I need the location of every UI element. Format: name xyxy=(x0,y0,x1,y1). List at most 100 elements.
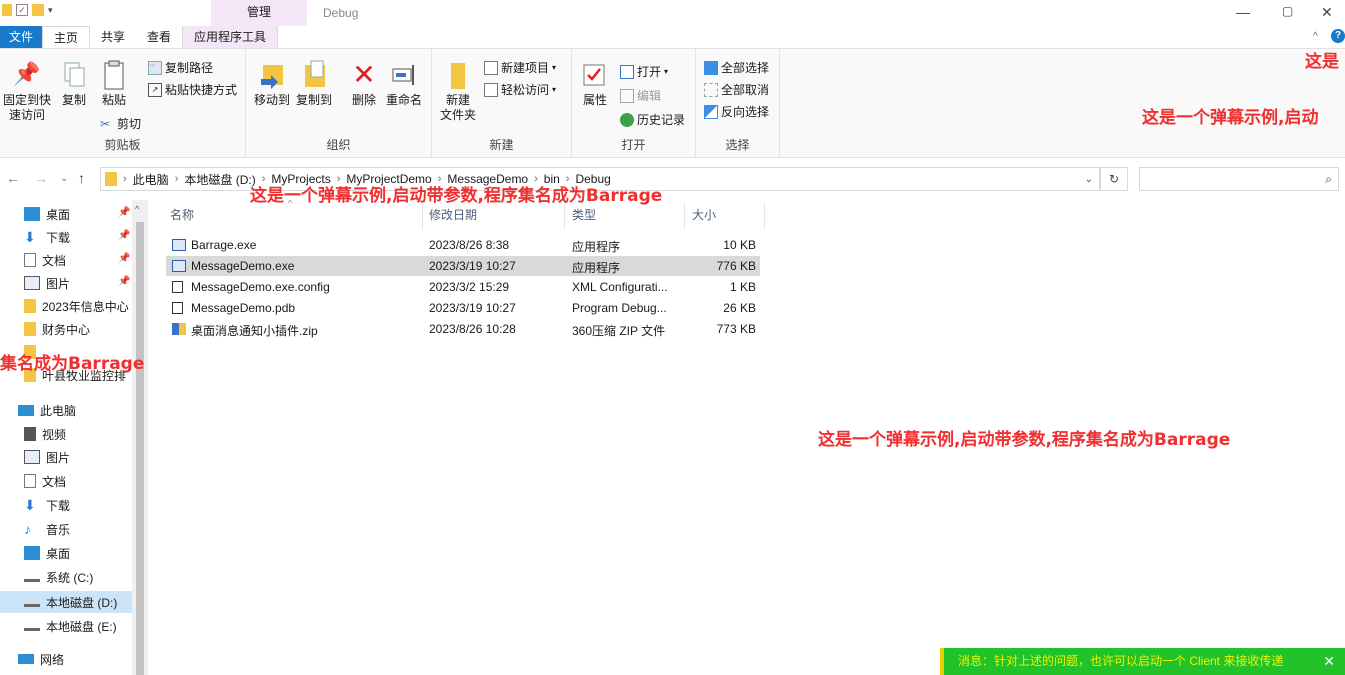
pin-icon[interactable]: 📌 xyxy=(118,253,130,264)
breadcrumb-this-pc[interactable]: 此电脑 xyxy=(133,171,169,188)
sidebar-item-drive-d[interactable]: 本地磁盘 (D:) xyxy=(0,591,132,613)
new-folder-icon[interactable] xyxy=(32,4,44,16)
properties-icon[interactable]: ✓ xyxy=(16,4,28,16)
desktop-icon xyxy=(24,207,40,221)
column-divider[interactable] xyxy=(764,202,765,230)
sidebar-item-videos[interactable]: 视频 xyxy=(24,423,134,445)
table-row[interactable]: 桌面消息通知小插件.zip 2023/8/26 10:28 360压缩 ZIP … xyxy=(166,319,760,339)
paste-shortcut-button[interactable]: ↗ 粘贴快捷方式 xyxy=(148,81,237,98)
sidebar-item-desktop-pc[interactable]: 桌面 xyxy=(24,542,134,564)
history-button[interactable]: 历史记录 xyxy=(620,111,685,128)
column-divider[interactable] xyxy=(564,202,565,230)
copy-to-icon xyxy=(299,59,329,91)
folder-icon[interactable] xyxy=(2,4,12,16)
sidebar-item-downloads-pc[interactable]: ⬇ 下载 xyxy=(24,494,134,516)
forward-arrow-icon[interactable]: → xyxy=(34,170,48,186)
dropdown-arrow-icon: ▾ xyxy=(552,63,557,72)
group-label-clipboard: 剪贴板 xyxy=(104,138,141,152)
table-row[interactable]: MessageDemo.exe.config 2023/3/2 15:29 XM… xyxy=(166,277,760,297)
sidebar-item-drive-c[interactable]: 系统 (C:) xyxy=(24,566,134,588)
address-dropdown-icon[interactable]: ⌄ xyxy=(1085,174,1093,185)
barrage-text: 这是一个弹幕示例,启动 xyxy=(1142,108,1319,128)
sidebar-scrollbar-thumb[interactable] xyxy=(136,222,144,675)
customize-qat-icon[interactable]: ▾ xyxy=(48,5,53,16)
sidebar-item-label: 文档 xyxy=(42,474,67,489)
collapse-ribbon-icon[interactable]: ^ xyxy=(1313,31,1318,42)
cut-label: 剪切 xyxy=(117,117,142,131)
breadcrumb-drive-d[interactable]: 本地磁盘 (D:) xyxy=(184,171,255,188)
column-divider[interactable] xyxy=(422,202,423,230)
pin-icon[interactable]: 📌 xyxy=(118,207,130,218)
up-arrow-icon[interactable]: ↑ xyxy=(78,170,85,186)
select-all-button[interactable]: 全部选择 xyxy=(704,59,769,76)
file-date: 2023/8/26 8:38 xyxy=(429,238,510,252)
group-organize: 移动到 复制到 ✕ 删除 重命名 组织 xyxy=(246,49,432,157)
select-none-button[interactable]: 全部取消 xyxy=(704,81,769,98)
table-row[interactable]: MessageDemo.pdb 2023/3/19 10:27 Program … xyxy=(166,298,760,318)
move-to-button[interactable]: 移动到 xyxy=(254,59,290,108)
restore-button[interactable]: ▢ xyxy=(1282,4,1293,18)
sidebar-item-this-pc[interactable]: 此电脑 xyxy=(18,399,128,421)
copy-path-button[interactable]: ⋯ 复制路径 xyxy=(148,59,213,76)
group-label-open: 打开 xyxy=(621,138,646,152)
copy-button[interactable]: 复制 xyxy=(58,59,90,108)
table-row[interactable]: MessageDemo.exe 2023/3/19 10:27 应用程序 776… xyxy=(166,256,760,276)
column-header-name[interactable]: 名称 xyxy=(170,206,194,223)
paste-label: 粘贴 xyxy=(101,93,126,107)
message-notification: 消息：针对上述的问题，也许可以启动一个 Client 来接收传递 ✕ xyxy=(940,648,1345,675)
refresh-button[interactable]: ↻ xyxy=(1100,167,1128,191)
sidebar-item-folder-2023[interactable]: 2023年信息中心 xyxy=(24,295,134,317)
new-item-button[interactable]: 新建项目 ▾ xyxy=(484,59,556,76)
sidebar-item-network[interactable]: 网络 xyxy=(18,648,128,670)
sidebar-item-documents-pc[interactable]: 文档 xyxy=(24,470,134,492)
download-icon: ⬇ xyxy=(24,497,36,513)
file-type: 应用程序 xyxy=(572,261,621,275)
tab-app-tools[interactable]: 应用程序工具 xyxy=(182,26,279,48)
tab-view[interactable]: 查看 xyxy=(136,26,182,48)
scroll-up-icon[interactable]: ^ xyxy=(135,204,139,214)
rename-button[interactable]: 重命名 xyxy=(384,59,424,108)
pictures-icon xyxy=(24,450,40,464)
invert-selection-button[interactable]: 反向选择 xyxy=(704,103,769,120)
back-arrow-icon[interactable]: ← xyxy=(6,170,20,186)
paste-button[interactable]: 粘贴 xyxy=(98,59,130,108)
tab-home[interactable]: 主页 xyxy=(42,26,91,48)
open-button[interactable]: 打开 ▾ xyxy=(620,63,668,80)
edit-button[interactable]: 编辑 xyxy=(620,87,661,104)
move-to-label: 移动到 xyxy=(254,93,291,107)
new-folder-button[interactable]: 新建 文件夹 xyxy=(438,59,478,123)
column-header-type[interactable]: 类型 xyxy=(572,206,596,223)
group-select: 全部选择 全部取消 反向选择 选择 xyxy=(696,49,780,157)
pin-icon[interactable]: 📌 xyxy=(118,230,130,241)
tab-share[interactable]: 共享 xyxy=(90,26,136,48)
file-type: 应用程序 xyxy=(572,240,621,254)
copy-to-button[interactable]: 复制到 xyxy=(294,59,334,108)
sidebar-item-music[interactable]: ♪ 音乐 xyxy=(24,518,134,540)
clipboard-icon xyxy=(99,59,129,91)
table-row[interactable]: Barrage.exe 2023/8/26 8:38 应用程序 10 KB xyxy=(166,235,760,255)
cut-button[interactable]: ✂ 剪切 xyxy=(100,115,141,132)
pin-icon[interactable]: 📌 xyxy=(118,276,130,287)
pin-quick-access-button[interactable]: 📌 固定到快 速访问 xyxy=(2,59,52,123)
tab-file[interactable]: 文件 xyxy=(0,26,42,48)
delete-button[interactable]: ✕ 删除 xyxy=(346,59,382,108)
easy-access-button[interactable]: 轻松访问 ▾ xyxy=(484,81,556,98)
desktop-icon xyxy=(24,546,40,560)
close-icon[interactable]: ✕ xyxy=(1323,648,1335,675)
help-icon[interactable]: ? xyxy=(1331,29,1345,43)
sidebar-item-drive-e[interactable]: 本地磁盘 (E:) xyxy=(24,615,134,637)
properties-button[interactable]: 属性 xyxy=(578,59,612,108)
column-divider[interactable] xyxy=(684,202,685,230)
pin-icon: 📌 xyxy=(13,61,41,86)
sidebar-item-finance[interactable]: 财务中心 xyxy=(24,318,134,340)
minimize-button[interactable]: — xyxy=(1236,4,1250,20)
context-tab-manage[interactable]: 管理 xyxy=(211,0,307,26)
sidebar-item-pictures-pc[interactable]: 图片 xyxy=(24,446,134,468)
recent-locations-icon[interactable]: ⌄ xyxy=(60,173,68,184)
column-header-date[interactable]: 修改日期 xyxy=(429,206,477,223)
column-header-size[interactable]: 大小 xyxy=(692,206,716,223)
file-name: Barrage.exe xyxy=(191,238,257,252)
close-button[interactable]: ✕ xyxy=(1321,4,1333,21)
search-input[interactable]: ⌕ xyxy=(1139,167,1339,191)
file-name: MessageDemo.pdb xyxy=(191,301,296,315)
